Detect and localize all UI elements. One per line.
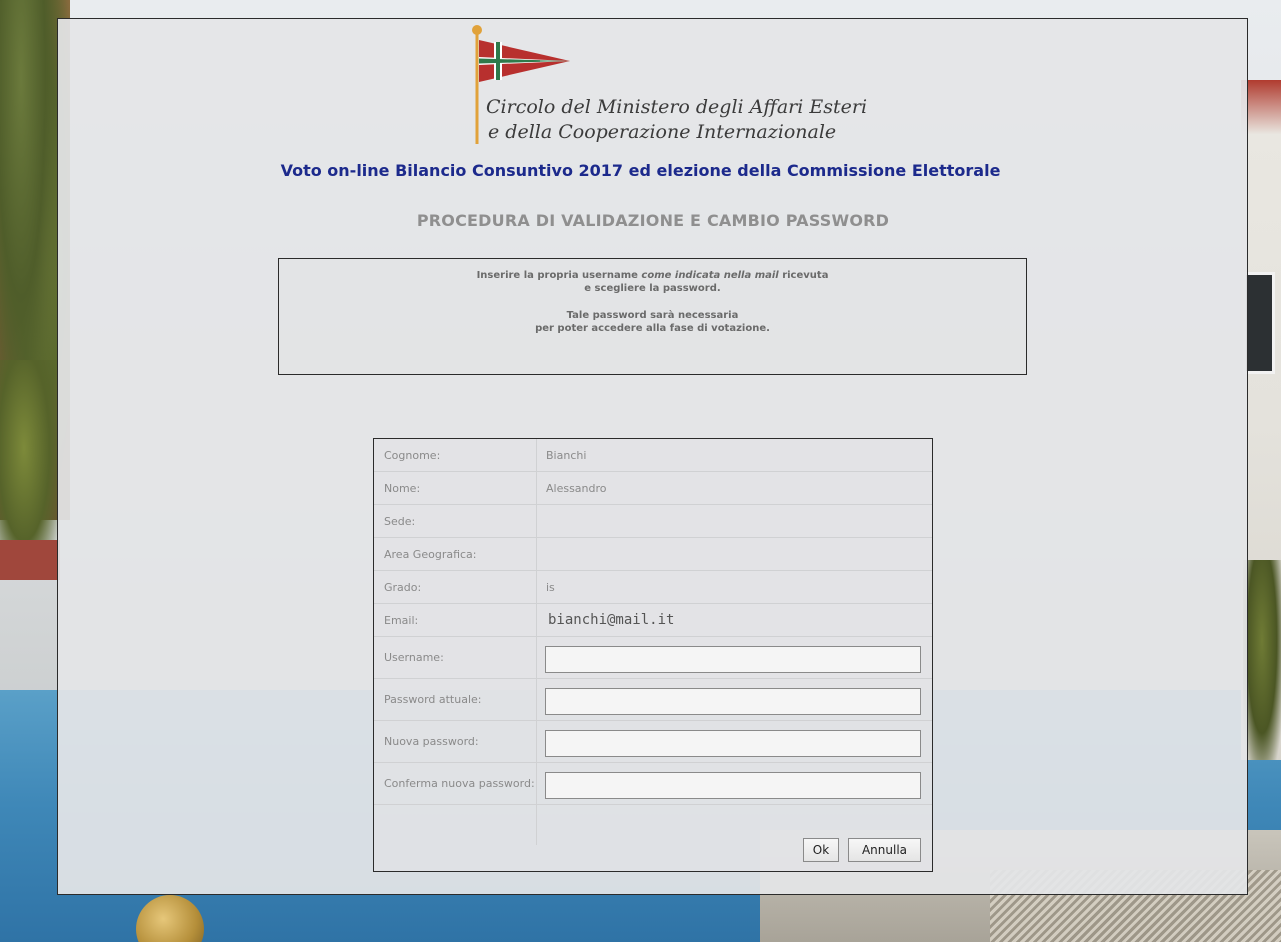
page-title: Voto on-line Bilancio Consuntivo 2017 ed… [280, 161, 1001, 180]
cognome-value: Bianchi [546, 448, 587, 462]
logo-text-line1: Circolo del Ministero degli Affari Ester… [486, 96, 868, 118]
form-row-confirm-password: Conferma nuova password: [374, 763, 932, 805]
current-password-input[interactable] [545, 688, 921, 715]
nome-value: Alessandro [546, 481, 607, 495]
new-password-input[interactable] [545, 730, 921, 757]
area-geografica-label: Area Geografica: [374, 538, 537, 570]
instructions-text: Inserire la propria username [476, 270, 642, 281]
form-row-cognome: Cognome: Bianchi [374, 439, 932, 472]
page-subtitle: PROCEDURA DI VALIDAZIONE E CAMBIO PASSWO… [416, 211, 890, 230]
form-row-area: Area Geografica: [374, 538, 932, 571]
instructions-text: per poter accedere alla fase di votazion… [535, 323, 770, 334]
nome-label: Nome: [374, 472, 537, 504]
instructions-text: e scegliere la password. [584, 283, 721, 294]
form-row-password: Password attuale: [374, 679, 932, 721]
username-label: Username: [374, 637, 537, 678]
instructions-box: Inserire la propria username come indica… [278, 258, 1027, 375]
instructions-text: Tale password sarà necessaria [566, 310, 739, 321]
cancel-button[interactable]: Annulla [848, 838, 921, 862]
grado-label: Grado: [374, 571, 537, 603]
current-password-label: Password attuale: [374, 679, 537, 720]
form-grid: Cognome: Bianchi Nome: Alessandro Sede: … [374, 439, 932, 845]
username-input[interactable] [545, 646, 921, 673]
cognome-label: Cognome: [374, 439, 537, 471]
form-row-new-password: Nuova password: [374, 721, 932, 763]
form-row-nome: Nome: Alessandro [374, 472, 932, 505]
form-row-username: Username: [374, 637, 932, 679]
new-password-label: Nuova password: [374, 721, 537, 762]
background-roof [0, 540, 60, 580]
spacer-label [374, 805, 537, 845]
confirm-password-input[interactable] [545, 772, 921, 799]
instructions-paragraph-1: Inserire la propria username come indica… [279, 269, 1026, 295]
club-logo: Circolo del Ministero degli Affari Ester… [470, 24, 867, 149]
grado-value: is [546, 580, 555, 594]
form-row-grado: Grado: is [374, 571, 932, 604]
confirm-password-label: Conferma nuova password: [374, 763, 537, 804]
instructions-paragraph-2: Tale password sarà necessaria per poter … [279, 309, 1026, 335]
background-shrub-right [1243, 560, 1281, 760]
instructions-emphasis: come indicata nella mail [641, 270, 779, 281]
ok-button[interactable]: Ok [803, 838, 839, 862]
instructions-text: ricevuta [778, 270, 829, 281]
password-change-form: Cognome: Bianchi Nome: Alessandro Sede: … [373, 438, 933, 872]
email-label: Email: [374, 604, 537, 636]
form-row-email: Email: bianchi@mail.it [374, 604, 932, 637]
logo-text-line2: e della Cooperazione Internazionale [488, 121, 837, 143]
form-row-sede: Sede: [374, 505, 932, 538]
email-value: bianchi@mail.it [548, 612, 675, 628]
sede-label: Sede: [374, 505, 537, 537]
